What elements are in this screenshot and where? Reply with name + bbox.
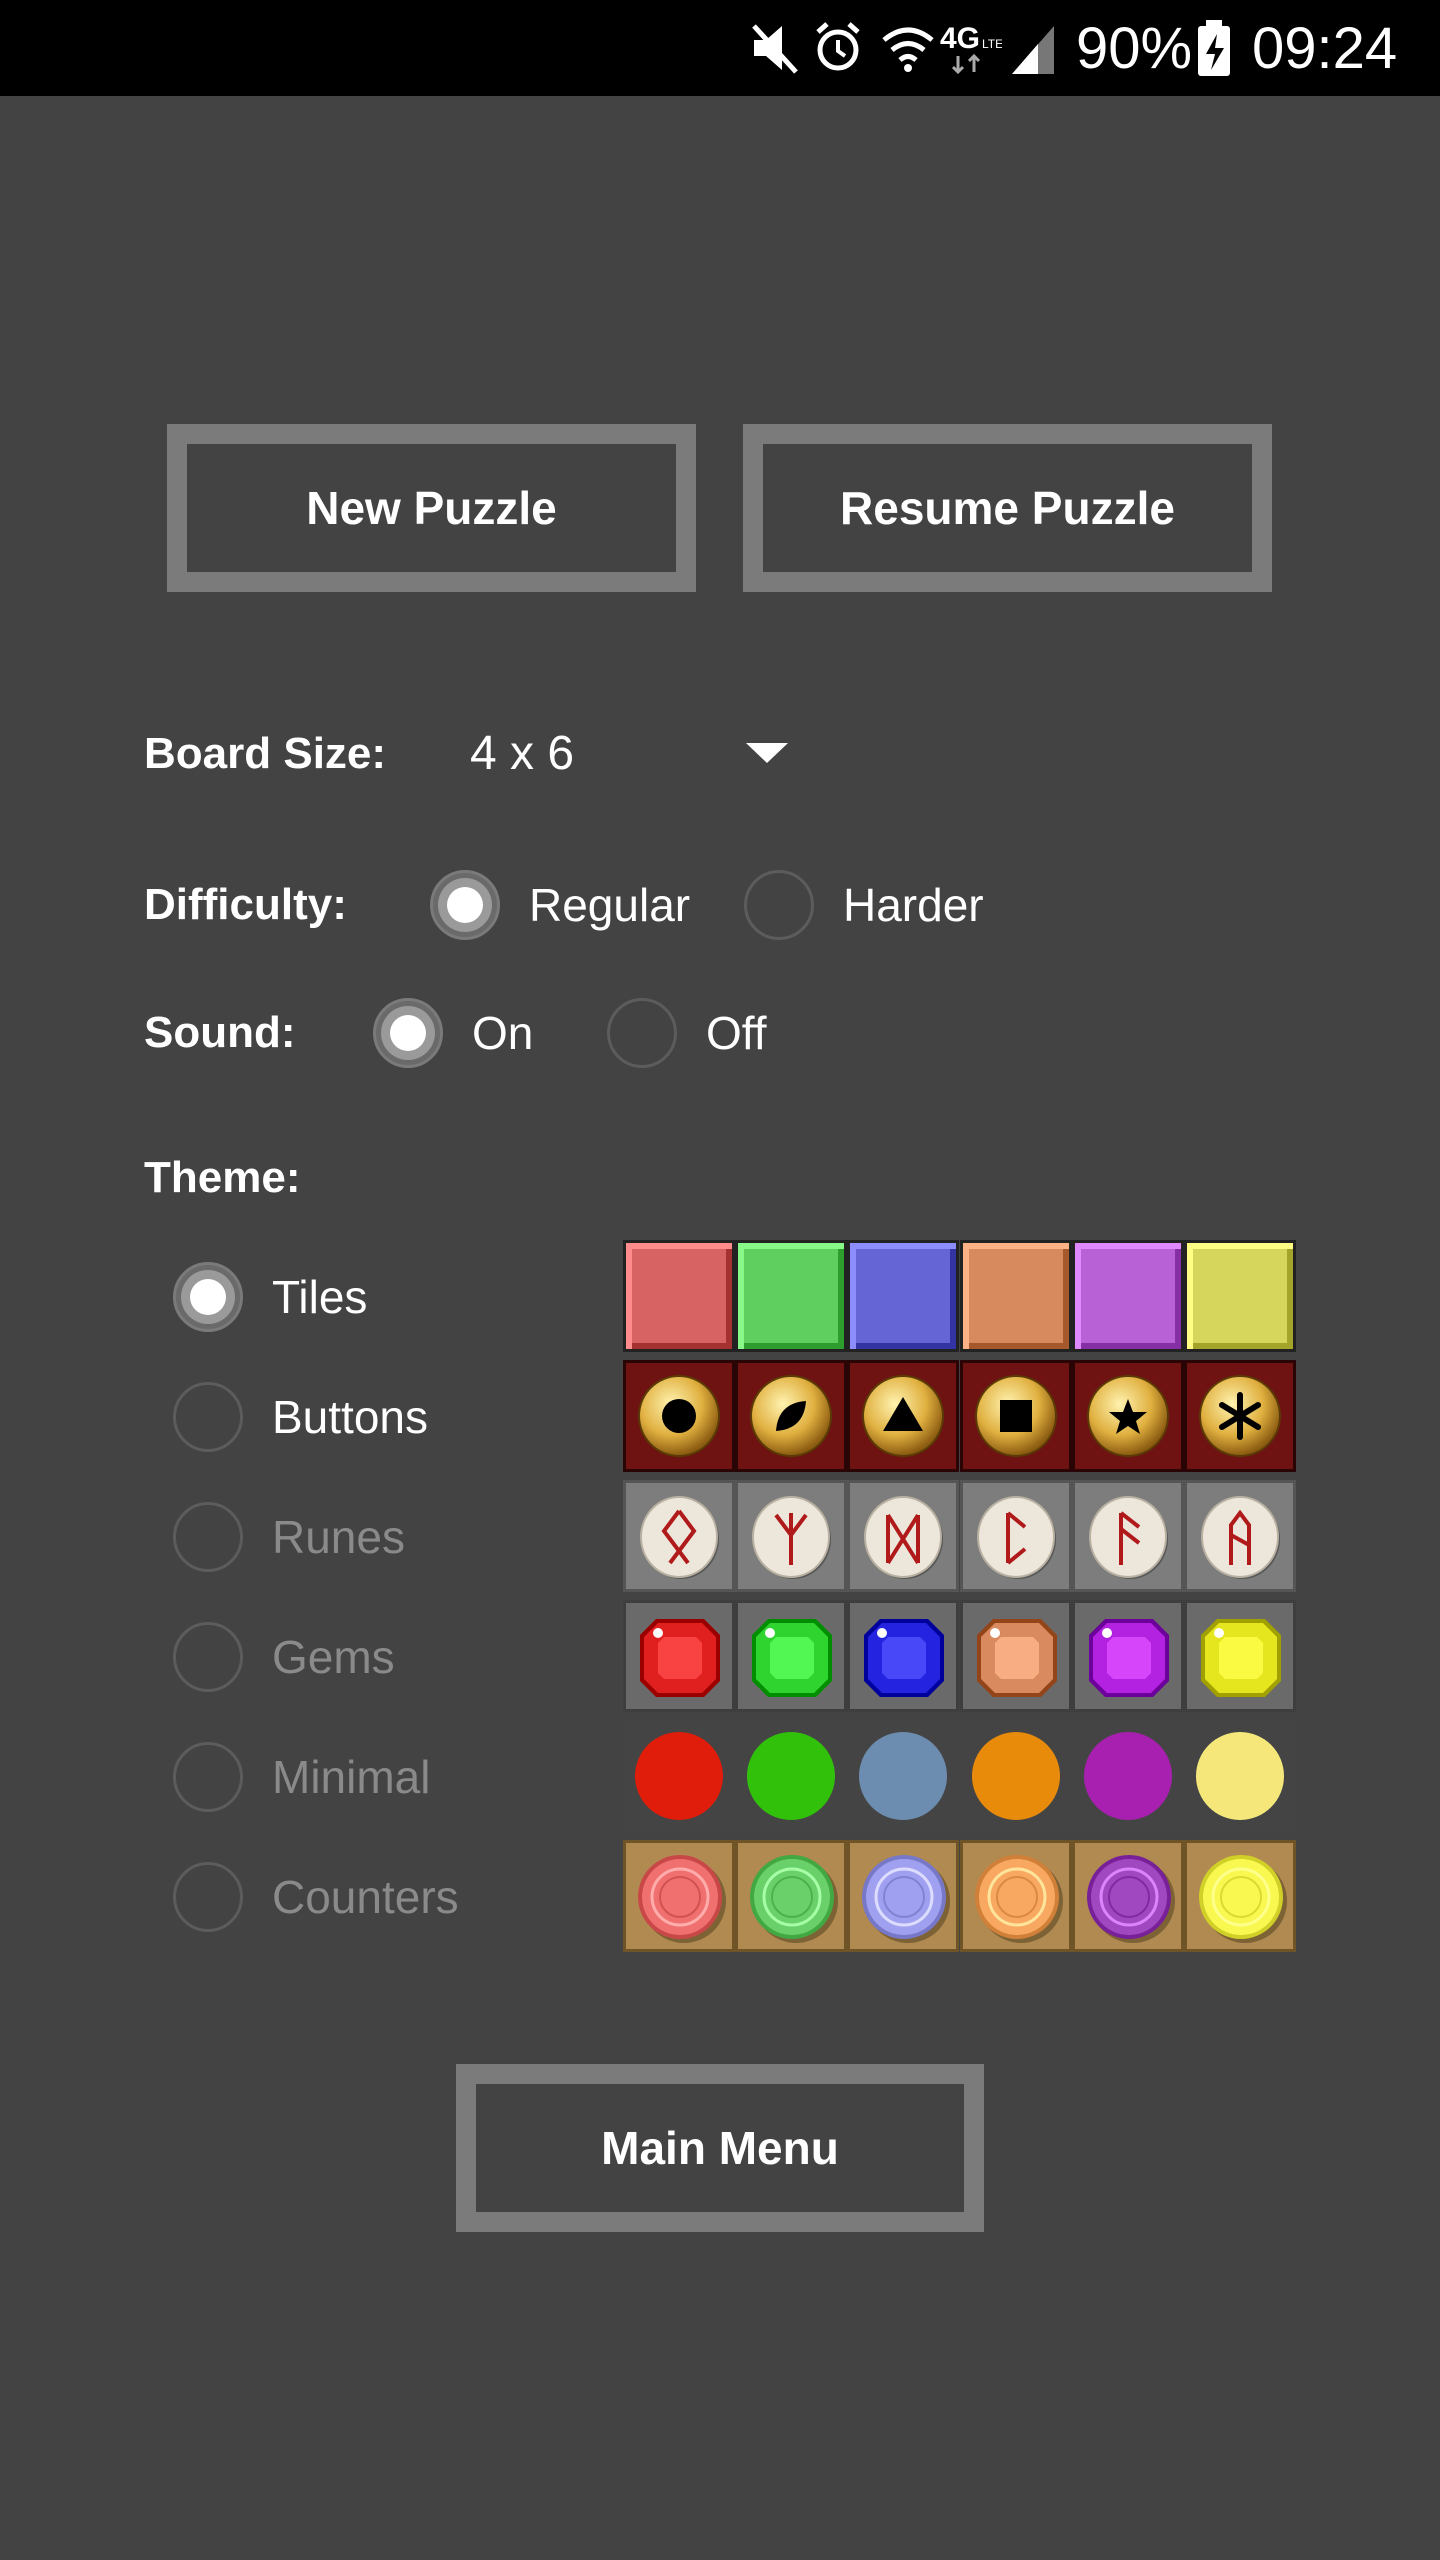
rune-cell [847, 1480, 960, 1592]
new-puzzle-button[interactable]: New Puzzle [167, 424, 696, 592]
minimal-cell [623, 1720, 735, 1832]
counter-cell [1184, 1840, 1296, 1952]
sound-on-label[interactable]: On [472, 1003, 533, 1063]
tile-cell [847, 1240, 960, 1352]
difficulty-harder-label[interactable]: Harder [843, 875, 984, 935]
tile-cell [735, 1240, 848, 1352]
theme-gems-radio[interactable] [173, 1622, 243, 1692]
wifi-icon [882, 27, 934, 72]
new-puzzle-label: New Puzzle [306, 482, 557, 534]
svg-text:LTE: LTE [982, 37, 1002, 51]
difficulty-label: Difficulty: [144, 880, 347, 929]
rune-cell [1184, 1480, 1296, 1592]
theme-runes-label[interactable]: Runes [272, 1507, 405, 1567]
gem-cell [1071, 1600, 1184, 1712]
button-cell [1071, 1360, 1184, 1472]
minimal-cell [847, 1720, 960, 1832]
theme-label: Theme: [144, 1153, 301, 1202]
tile-cell [959, 1240, 1072, 1352]
theme-preview-counters [623, 1840, 1296, 1952]
sound-off-radio[interactable] [607, 998, 677, 1068]
theme-tiles-label[interactable]: Tiles [272, 1267, 367, 1327]
svg-text:4G: 4G [940, 22, 980, 55]
main-menu-button[interactable]: Main Menu [456, 2064, 984, 2232]
theme-minimal-label[interactable]: Minimal [272, 1747, 430, 1807]
theme-preview-minimal [623, 1720, 1296, 1832]
theme-counters-label[interactable]: Counters [272, 1867, 459, 1927]
status-bar: 4G LTE 90% 09:24 [0, 0, 1440, 96]
signal-icon [1012, 26, 1054, 74]
rune-cell [959, 1480, 1072, 1592]
minimal-cell [1184, 1720, 1296, 1832]
gem-cell [959, 1600, 1072, 1712]
counter-cell [847, 1840, 960, 1952]
minimal-cell [1071, 1720, 1184, 1832]
battery-percent: 90% [1076, 16, 1193, 81]
tile-cell [623, 1240, 735, 1352]
gem-cell [1184, 1600, 1296, 1712]
rune-cell [623, 1480, 735, 1592]
theme-counters-radio[interactable] [173, 1862, 243, 1932]
counter-cell [623, 1840, 735, 1952]
difficulty-regular-radio[interactable] [430, 870, 500, 940]
status-time: 09:24 [1252, 16, 1398, 81]
sound-on-radio[interactable] [373, 998, 443, 1068]
theme-preview-buttons [623, 1360, 1296, 1472]
rune-cell [735, 1480, 848, 1592]
minimal-cell [735, 1720, 848, 1832]
gem-cell [847, 1600, 960, 1712]
sound-label: Sound: [144, 1008, 296, 1057]
theme-preview-tiles [623, 1240, 1296, 1352]
alarm-icon [816, 22, 860, 71]
gem-cell [623, 1600, 735, 1712]
resume-puzzle-button[interactable]: Resume Puzzle [743, 424, 1272, 592]
dropdown-arrow-icon[interactable] [746, 743, 788, 763]
counter-cell [959, 1840, 1072, 1952]
main-menu-label: Main Menu [601, 2122, 839, 2174]
board-size-label: Board Size: [144, 729, 387, 778]
theme-gems-label[interactable]: Gems [272, 1627, 395, 1687]
circle-icon [662, 1399, 696, 1433]
minimal-cell [959, 1720, 1072, 1832]
rune-cell [1071, 1480, 1184, 1592]
battery-charging-icon [1198, 20, 1230, 76]
difficulty-regular-label[interactable]: Regular [529, 875, 690, 935]
button-cell [735, 1360, 848, 1472]
button-cell [1184, 1360, 1296, 1472]
theme-preview-runes [623, 1480, 1296, 1592]
counter-cell [735, 1840, 848, 1952]
tile-cell [1071, 1240, 1184, 1352]
sound-off-label[interactable]: Off [706, 1003, 767, 1063]
tile-cell [1184, 1240, 1296, 1352]
theme-preview-gems [623, 1600, 1296, 1712]
theme-buttons-radio[interactable] [173, 1382, 243, 1452]
button-cell [959, 1360, 1072, 1472]
counter-cell [1071, 1840, 1184, 1952]
gem-cell [735, 1600, 848, 1712]
difficulty-harder-radio[interactable] [744, 870, 814, 940]
resume-puzzle-label: Resume Puzzle [840, 482, 1175, 534]
square-icon [999, 1400, 1032, 1432]
button-cell [847, 1360, 960, 1472]
4g-lte-icon: 4G LTE [940, 22, 1002, 75]
theme-buttons-label[interactable]: Buttons [272, 1387, 428, 1447]
button-cell [623, 1360, 735, 1472]
theme-runes-radio[interactable] [173, 1502, 243, 1572]
mute-icon [752, 24, 798, 74]
theme-minimal-radio[interactable] [173, 1742, 243, 1812]
board-size-value: 4 x 6 [470, 727, 575, 780]
theme-tiles-radio[interactable] [173, 1262, 243, 1332]
